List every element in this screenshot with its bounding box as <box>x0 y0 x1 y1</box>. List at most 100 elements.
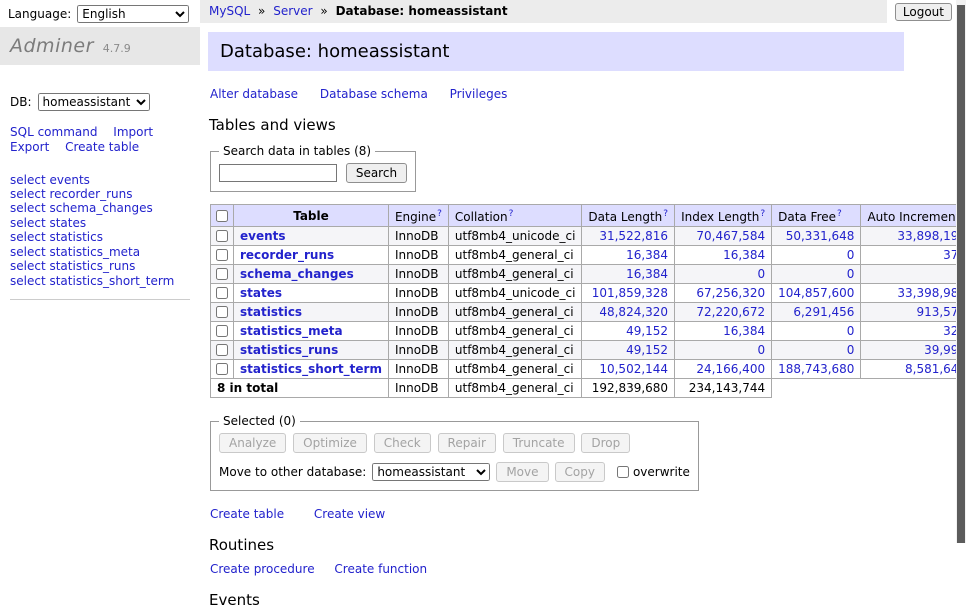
data-free-link[interactable]: 6,291,456 <box>793 305 854 319</box>
row-checkbox[interactable] <box>216 325 228 337</box>
data-length-link[interactable]: 49,152 <box>626 343 668 357</box>
breadcrumb-server-link[interactable]: Server <box>273 4 312 18</box>
privileges-link[interactable]: Privileges <box>450 87 508 101</box>
optimize-button[interactable]: Optimize <box>293 433 367 453</box>
row-checkbox[interactable] <box>216 344 228 356</box>
sidebar-item-select-recorder-runs[interactable]: select recorder_runs <box>10 187 190 201</box>
sidebar-item-select-schema-changes[interactable]: select schema_changes <box>10 202 190 216</box>
create-function-link[interactable]: Create function <box>334 562 427 576</box>
table-link[interactable]: schema_changes <box>240 267 354 281</box>
search-input[interactable] <box>219 164 337 182</box>
select-all-checkbox[interactable] <box>216 210 228 222</box>
data-free-link[interactable]: 0 <box>847 343 855 357</box>
table-link[interactable]: states <box>240 286 282 300</box>
repair-button[interactable]: Repair <box>438 433 496 453</box>
analyze-button[interactable]: Analyze <box>219 433 286 453</box>
database-schema-link[interactable]: Database schema <box>320 87 428 101</box>
data-length-link[interactable]: 10,502,144 <box>599 362 668 376</box>
table-link[interactable]: recorder_runs <box>240 248 334 262</box>
sidebar-item-select-events[interactable]: select events <box>10 173 190 187</box>
index-length-link[interactable]: 16,384 <box>723 248 765 262</box>
help-link-data-free[interactable]: ? <box>837 209 842 219</box>
data-free-link[interactable]: 0 <box>847 324 855 338</box>
create-procedure-link[interactable]: Create procedure <box>210 562 315 576</box>
index-length-link[interactable]: 24,166,400 <box>696 362 765 376</box>
drop-button[interactable]: Drop <box>581 433 630 453</box>
data-length-link[interactable]: 31,522,816 <box>599 229 668 243</box>
truncate-button[interactable]: Truncate <box>503 433 575 453</box>
index-length-link[interactable]: 72,220,672 <box>696 305 765 319</box>
sidebar-link-sql-command[interactable]: SQL command <box>10 125 97 139</box>
table-row-recorder-runs: recorder_runs InnoDB utf8mb4_general_ci … <box>211 246 966 265</box>
scrollbar-thumb[interactable] <box>957 5 965 543</box>
overwrite-checkbox[interactable] <box>617 466 629 478</box>
data-free-link[interactable]: 104,857,600 <box>778 286 854 300</box>
adminer-page: Language: English Adminer 4.7.9 DB: home… <box>0 0 966 543</box>
vertical-scrollbar[interactable] <box>956 0 966 543</box>
tables-header-row: Table Engine? Collation? Data Length? In… <box>211 205 966 227</box>
sidebar-link-export[interactable]: Export <box>10 140 49 154</box>
alter-database-link[interactable]: Alter database <box>210 87 298 101</box>
help-link-engine[interactable]: ? <box>437 209 442 219</box>
row-checkbox[interactable] <box>216 268 228 280</box>
row-checkbox[interactable] <box>216 287 228 299</box>
index-length-link[interactable]: 0 <box>757 343 765 357</box>
move-row: Move to other database: homeassistant Mo… <box>219 462 690 482</box>
sidebar-item-select-statistics[interactable]: select statistics <box>10 231 190 245</box>
row-checkbox[interactable] <box>216 306 228 318</box>
sidebar-table-links: select events select recorder_runs selec… <box>10 173 190 289</box>
sidebar-item-select-statistics-short-term[interactable]: select statistics_short_term <box>10 274 190 288</box>
sidebar-link-create-table[interactable]: Create table <box>65 140 139 154</box>
engine-cell: InnoDB <box>388 227 448 246</box>
data-length-link[interactable]: 16,384 <box>626 267 668 281</box>
app-name: Adminer <box>10 35 94 57</box>
create-view-link[interactable]: Create view <box>314 507 385 521</box>
sidebar-link-import[interactable]: Import <box>113 125 153 139</box>
data-free-link[interactable]: 0 <box>847 267 855 281</box>
data-length-link[interactable]: 101,859,328 <box>592 286 668 300</box>
help-link-data-length[interactable]: ? <box>663 209 668 219</box>
sidebar-item-select-statistics-runs[interactable]: select statistics_runs <box>10 260 190 274</box>
row-checkbox[interactable] <box>216 230 228 242</box>
data-free-link[interactable]: 0 <box>847 248 855 262</box>
table-link[interactable]: events <box>240 229 286 243</box>
move-database-select[interactable]: homeassistant <box>372 463 490 481</box>
row-checkbox[interactable] <box>216 363 228 375</box>
table-row-statistics-meta: statistics_meta InnoDB utf8mb4_general_c… <box>211 322 966 341</box>
breadcrumb-mysql-link[interactable]: MySQL <box>209 4 250 18</box>
help-link-index-length[interactable]: ? <box>760 209 765 219</box>
collation-cell: utf8mb4_general_ci <box>448 246 582 265</box>
sidebar-item-select-states[interactable]: select states <box>10 216 190 230</box>
table-link[interactable]: statistics_meta <box>240 324 343 338</box>
copy-button[interactable]: Copy <box>555 462 605 482</box>
db-select[interactable]: homeassistant <box>38 93 150 111</box>
table-row-statistics-short-term: statistics_short_term InnoDB utf8mb4_gen… <box>211 360 966 379</box>
data-length-link[interactable]: 48,824,320 <box>599 305 668 319</box>
table-link[interactable]: statistics_runs <box>240 343 338 357</box>
total-index-length: 234,143,744 <box>675 379 772 398</box>
column-header-data-free-label: Data Free <box>778 210 836 224</box>
table-link[interactable]: statistics <box>240 305 302 319</box>
data-free-link[interactable]: 188,743,680 <box>778 362 854 376</box>
logout-button[interactable]: Logout <box>895 3 952 21</box>
search-button[interactable]: Search <box>346 163 407 183</box>
create-table-link[interactable]: Create table <box>210 507 284 521</box>
sidebar-item-select-statistics-meta[interactable]: select statistics_meta <box>10 245 190 259</box>
index-length-link[interactable]: 70,467,584 <box>696 229 765 243</box>
help-link-collation[interactable]: ? <box>509 209 514 219</box>
total-data-length: 192,839,680 <box>582 379 675 398</box>
engine-cell: InnoDB <box>388 246 448 265</box>
language-select[interactable]: English <box>77 5 189 23</box>
total-label: 8 in total <box>211 379 389 398</box>
table-link[interactable]: statistics_short_term <box>240 362 382 376</box>
data-free-link[interactable]: 50,331,648 <box>786 229 855 243</box>
index-length-link[interactable]: 0 <box>757 267 765 281</box>
table-row-events: events InnoDB utf8mb4_unicode_ci 31,522,… <box>211 227 966 246</box>
index-length-link[interactable]: 16,384 <box>723 324 765 338</box>
index-length-link[interactable]: 67,256,320 <box>696 286 765 300</box>
move-button[interactable]: Move <box>496 462 548 482</box>
row-checkbox[interactable] <box>216 249 228 261</box>
data-length-link[interactable]: 49,152 <box>626 324 668 338</box>
data-length-link[interactable]: 16,384 <box>626 248 668 262</box>
check-button[interactable]: Check <box>374 433 431 453</box>
